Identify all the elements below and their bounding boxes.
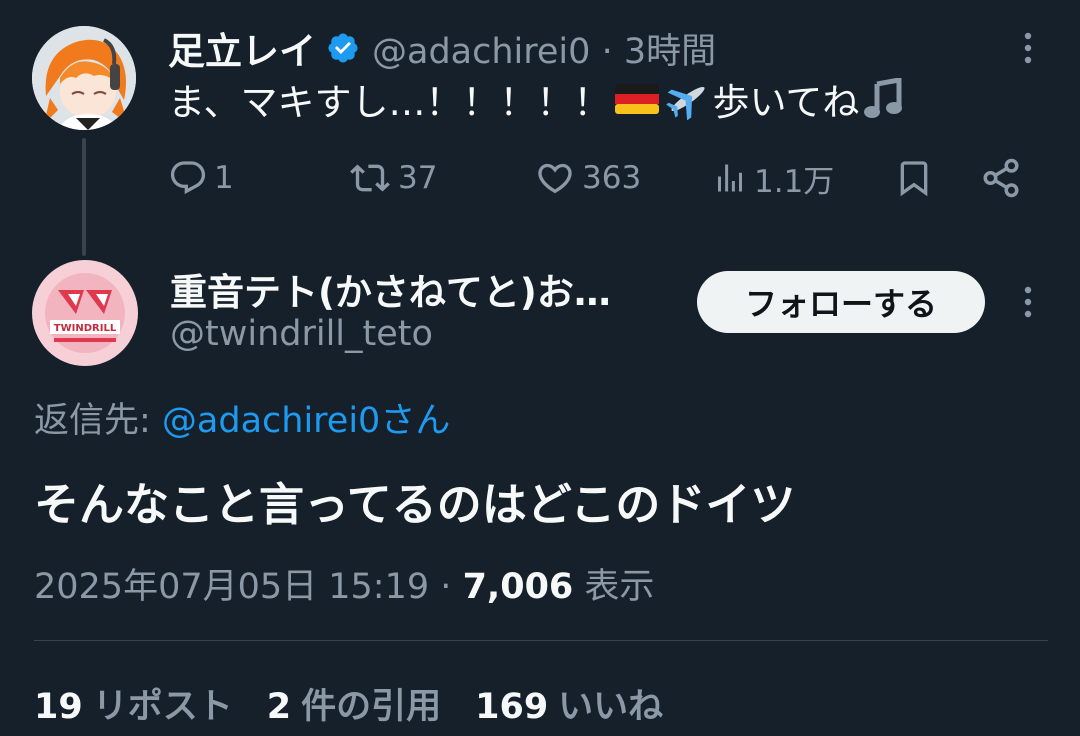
tweet-timestamp[interactable]: 2025年07月05日 15:19 bbox=[34, 567, 429, 607]
parent-tweet-text: ま、マキすし…！！！！！ 歩いてね bbox=[168, 72, 909, 126]
follow-button[interactable]: フォローする bbox=[697, 271, 985, 333]
reposts-stat-label: リポスト bbox=[92, 687, 233, 727]
parent-action-bar: 1 37 363 1.1万 bbox=[0, 150, 1080, 206]
likes-stat-count: 169 bbox=[475, 687, 549, 727]
like-button[interactable]: 363 bbox=[534, 150, 641, 206]
separator-dot: · bbox=[440, 567, 452, 607]
reply-icon bbox=[170, 161, 206, 195]
replying-to: 返信先: @adachirei0さん bbox=[34, 392, 450, 443]
views-count: 1.1万 bbox=[754, 163, 835, 200]
avatar-twindrill-teto[interactable]: TWINDRILL bbox=[32, 260, 138, 366]
share-icon bbox=[983, 158, 1019, 198]
engagement-stats: 19 リポスト 2 件の引用 169 いいね bbox=[34, 678, 697, 729]
parent-display-name[interactable]: 足立レイ bbox=[168, 21, 316, 75]
parent-time[interactable]: 3時間 bbox=[624, 32, 716, 72]
reposts-stat[interactable]: 19 リポスト bbox=[34, 678, 233, 729]
bookmark-button[interactable] bbox=[894, 150, 940, 206]
likes-stat-label: いいね bbox=[558, 687, 664, 727]
airplane-icon bbox=[665, 86, 705, 120]
avatar-logo-text: TWINDRILL bbox=[54, 323, 117, 334]
more-vertical-icon bbox=[1024, 32, 1032, 64]
replying-to-prefix: 返信先: bbox=[34, 401, 162, 441]
share-button[interactable] bbox=[980, 150, 1028, 206]
divider bbox=[34, 640, 1048, 641]
avatar-image bbox=[32, 26, 136, 130]
quotes-stat[interactable]: 2 件の引用 bbox=[267, 678, 441, 729]
quotes-stat-label: 件の引用 bbox=[301, 687, 442, 727]
parent-more-options-button[interactable] bbox=[1008, 28, 1048, 68]
like-count: 363 bbox=[582, 160, 642, 196]
repost-count: 37 bbox=[398, 160, 438, 196]
reply-tweet-header: 重音テト(かさねてと)お… bbox=[170, 262, 611, 316]
verified-badge-icon bbox=[326, 31, 360, 65]
repost-icon bbox=[350, 164, 390, 192]
reply-button[interactable]: 1 bbox=[168, 150, 234, 206]
bookmark-icon bbox=[900, 161, 928, 197]
musical-note-icon bbox=[864, 78, 903, 118]
reposts-stat-count: 19 bbox=[34, 687, 83, 727]
tweet-views-count: 7,006 bbox=[462, 567, 574, 607]
avatar-image: TWINDRILL bbox=[32, 260, 138, 366]
repost-button[interactable]: 37 bbox=[348, 150, 437, 206]
avatar-adachirei[interactable] bbox=[32, 26, 136, 130]
replying-to-mention[interactable]: @adachirei0さん bbox=[162, 401, 450, 441]
germany-flag-icon bbox=[614, 84, 659, 114]
tweet-meta: 2025年07月05日 15:19 · 7,006 表示 bbox=[34, 558, 654, 609]
likes-stat[interactable]: 169 いいね bbox=[475, 678, 663, 729]
more-vertical-icon bbox=[1024, 286, 1032, 318]
heart-icon bbox=[538, 163, 572, 194]
reply-tweet-text: そんなこと言ってるのはどこのドイツ bbox=[34, 478, 796, 531]
parent-tweet-header: 足立レイ @adachirei0 · 3時間 bbox=[168, 22, 716, 74]
parent-handle[interactable]: @adachirei0 bbox=[372, 32, 590, 72]
analytics-icon bbox=[718, 164, 742, 192]
reply-display-name[interactable]: 重音テト(かさねてと)お… bbox=[170, 271, 611, 314]
quotes-stat-count: 2 bbox=[266, 687, 292, 727]
tweet-views-label: 表示 bbox=[584, 567, 655, 607]
reply-handle[interactable]: @twindrill_teto bbox=[170, 314, 433, 354]
reply-more-options-button[interactable] bbox=[1008, 282, 1048, 322]
parent-text-part-2: 歩いてね bbox=[712, 81, 860, 124]
views-button[interactable]: 1.1万 bbox=[712, 150, 834, 206]
parent-text-part-1: ま、マキすし…！！！！！ bbox=[168, 81, 611, 124]
separator-dot: · bbox=[601, 31, 613, 72]
reply-count: 1 bbox=[214, 160, 234, 196]
